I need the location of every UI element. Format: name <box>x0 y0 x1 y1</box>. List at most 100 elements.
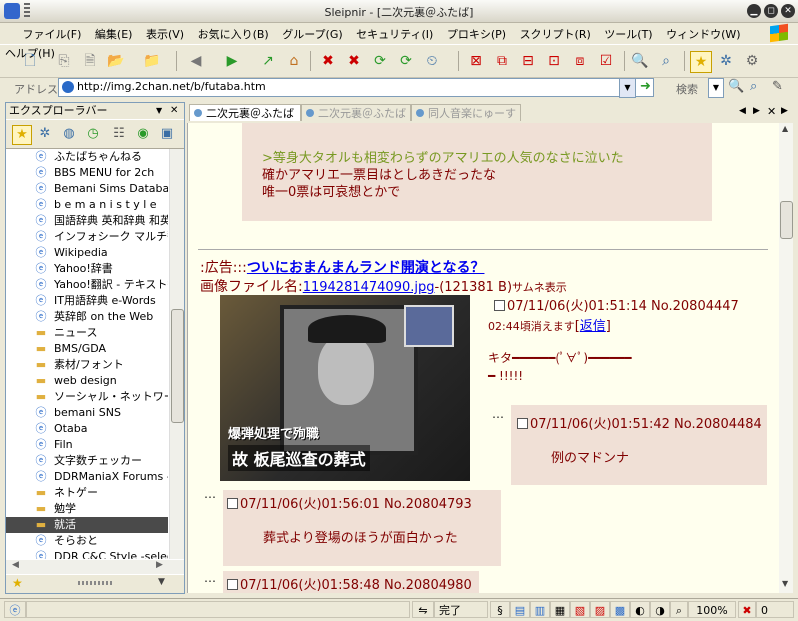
page-tool-icon-5[interactable]: ▨ <box>590 601 610 618</box>
menu-favorites[interactable]: お気に入り(B) <box>193 23 274 42</box>
go-icon[interactable]: ➜ <box>640 79 656 95</box>
explorer-folder[interactable]: ▬ソーシャル・ネットワーキング <box>6 389 168 405</box>
find-highlight-icon[interactable]: ⌕ <box>656 51 676 71</box>
menu-file[interactable]: ファイル(F) <box>18 23 87 42</box>
explorer-scrollbar[interactable] <box>169 149 184 559</box>
window-restore-icon[interactable]: ⧈ <box>570 51 590 71</box>
globe-icon[interactable]: ◍ <box>60 125 78 143</box>
menu-window[interactable]: ウィンドウ(W) <box>661 23 745 42</box>
explorer-item[interactable]: ⓔ Yahoo!辞書 <box>6 261 168 277</box>
cube-icon[interactable]: ▣ <box>158 125 176 143</box>
page-tool-icon-3[interactable]: ▦ <box>550 601 570 618</box>
plugin-icon[interactable]: ✲ <box>36 125 54 143</box>
reload-all-icon[interactable]: ⟳ <box>396 51 416 71</box>
page-tool-icon-2[interactable]: ▥ <box>530 601 550 618</box>
menu-edit[interactable]: 編集(E) <box>90 23 138 42</box>
page-tool-icon-1[interactable]: ▤ <box>510 601 530 618</box>
dropdown-icon[interactable]: ▼ <box>158 577 165 587</box>
page-icon[interactable]: 🗎 <box>80 51 100 71</box>
zoom-icon[interactable]: ⌕ <box>670 601 688 618</box>
explorer-item[interactable]: ⓔ IT用語辞典 e-Words <box>6 293 168 309</box>
favorites-icon[interactable]: ★ <box>12 125 32 145</box>
settings-icon[interactable]: ⚙ <box>742 51 762 71</box>
explorer-hscrollbar[interactable]: ◀ ▶ <box>6 560 184 574</box>
zoom-level[interactable]: 100% <box>688 601 736 618</box>
scroll-down-icon[interactable]: ▼ <box>782 579 788 588</box>
tree-icon[interactable]: ☷ <box>110 125 128 143</box>
window-minimize-all-icon[interactable]: ⊡ <box>544 51 564 71</box>
explorer-folder[interactable]: ▬ 素材/フォント <box>6 357 168 373</box>
plugin-icon[interactable]: ✲ <box>716 51 736 71</box>
scroll-right-icon[interactable]: ▶ <box>156 560 163 570</box>
security-icon[interactable]: § <box>490 601 510 618</box>
window-cascade-icon[interactable]: ⧉ <box>492 51 512 71</box>
tab-list-icon[interactable]: ▶ <box>781 106 788 116</box>
explorer-item[interactable]: ⓔBemani Sims Database <box>6 181 169 197</box>
explorer-folder[interactable]: ▬ web design <box>6 373 168 389</box>
explorer-folder[interactable]: ▬ ネトゲー <box>6 485 168 501</box>
page-tool-icon-6[interactable]: ▩ <box>610 601 630 618</box>
scroll-left-icon[interactable]: ◀ <box>12 560 19 570</box>
close-button[interactable]: ✕ <box>781 4 795 18</box>
menu-group[interactable]: グループ(G) <box>277 23 347 42</box>
menu-script[interactable]: スクリプト(R) <box>515 23 596 42</box>
explorer-item[interactable]: ⓔ国語辞典 英和辞典 和英辞典 <box>6 213 169 229</box>
explorer-item[interactable]: ⓔ b e m a n i s t y l e <box>6 197 168 213</box>
explorer-item[interactable]: ⓔ ふたばちゃんねる <box>6 149 168 165</box>
explorer-item[interactable]: ⓔ Otaba <box>6 421 168 437</box>
menu-view[interactable]: 表示(V) <box>141 23 189 42</box>
new-page-icon[interactable]: 🗋 <box>20 51 40 71</box>
favorites-star-icon[interactable]: ★ <box>690 51 712 73</box>
explorer-item[interactable]: ⓔ Filn <box>6 437 168 453</box>
explorer-folder[interactable]: ▬ ニュース <box>6 325 168 341</box>
reply-link[interactable]: 返信 <box>580 319 606 334</box>
reload-icon[interactable]: ⟳ <box>370 51 390 71</box>
image-file-link[interactable]: 1194281474090.jpg <box>303 280 435 295</box>
home-icon[interactable]: ⌂ <box>284 51 304 71</box>
address-input[interactable]: http://img.2chan.net/b/futaba.htm <box>58 78 654 97</box>
page-tool-icon-7[interactable]: ◐ <box>630 601 650 618</box>
explorer-item[interactable]: ⓔ bemani SNS <box>6 405 168 421</box>
explorer-folder[interactable]: ▬ BMS/GDA <box>6 341 168 357</box>
back-icon[interactable]: ◀ <box>186 51 206 71</box>
reply-checkbox[interactable] <box>227 579 238 590</box>
tab-prev-icon[interactable]: ◀ <box>739 106 746 116</box>
search-icon[interactable]: 🔍 <box>728 79 744 94</box>
rss-globe-icon[interactable]: ◉ <box>134 125 152 143</box>
menu-proxy[interactable]: プロキシ(P) <box>442 23 511 42</box>
explorer-item[interactable]: ⓔ そらおと <box>6 533 168 549</box>
content-scroll-thumb[interactable] <box>780 201 793 239</box>
highlight-pen-icon[interactable]: ✎ <box>772 79 783 94</box>
favorite-folder-icon[interactable]: 📁 <box>142 51 162 71</box>
explorer-folder-selected[interactable]: ▬ 就活 <box>6 517 168 533</box>
favorites-small-icon[interactable]: ★ <box>12 576 23 590</box>
explorer-item[interactable]: ⓔ 文字数チェッカー <box>6 453 168 469</box>
tab-next-icon[interactable]: ▶ <box>753 106 760 116</box>
thread-thumbnail[interactable]: 爆弾処理で殉職 故 板尾巡査の葬式 <box>220 295 470 481</box>
content-scrollbar[interactable]: ▲ ▼ <box>779 123 793 593</box>
up-arrow-icon[interactable]: ↗ <box>258 51 278 71</box>
page-tool-icon-4[interactable]: ▧ <box>570 601 590 618</box>
open-folder-icon[interactable]: 📂 <box>106 51 126 71</box>
tab-doujin-music[interactable]: 同人音楽にゅーす <box>411 104 521 121</box>
window-tile-icon[interactable]: ⊟ <box>518 51 538 71</box>
explorer-item[interactable]: ⓔDDR C&C Style -selection <box>6 549 169 559</box>
explorer-item[interactable]: ⓔ Wikipedia <box>6 245 168 261</box>
explorer-scroll-thumb[interactable] <box>171 309 184 423</box>
forward-icon[interactable]: ▶ <box>222 51 242 71</box>
explorer-item[interactable]: ⓔインフォシーク マルチ翻訳 <box>6 229 169 245</box>
window-check-icon[interactable]: ☑ <box>596 51 616 71</box>
history-icon[interactable]: ◷ <box>84 125 102 143</box>
menu-security[interactable]: セキュリティ(I) <box>351 23 438 42</box>
explorer-item[interactable]: ⓔ 英辞郎 on the Web <box>6 309 168 325</box>
address-dropdown-button[interactable]: ▼ <box>619 78 636 98</box>
find-icon[interactable]: 🔍 <box>630 51 650 71</box>
explorer-item[interactable]: ⓔDDRManiaX Forums -> Se <box>6 469 169 485</box>
ad-link[interactable]: ついにおまんまんランド開演となる？ <box>247 260 485 276</box>
close-other-tabs-icon[interactable]: ✖ <box>344 51 364 71</box>
tab-futaba-2[interactable]: 二次元裏＠ふたば <box>301 104 411 121</box>
scroll-up-icon[interactable]: ▲ <box>782 124 788 133</box>
maximize-button[interactable]: ◻ <box>764 4 778 18</box>
window-close-icon[interactable]: ⊠ <box>466 51 486 71</box>
tab-close-icon[interactable]: ✕ <box>767 105 776 118</box>
